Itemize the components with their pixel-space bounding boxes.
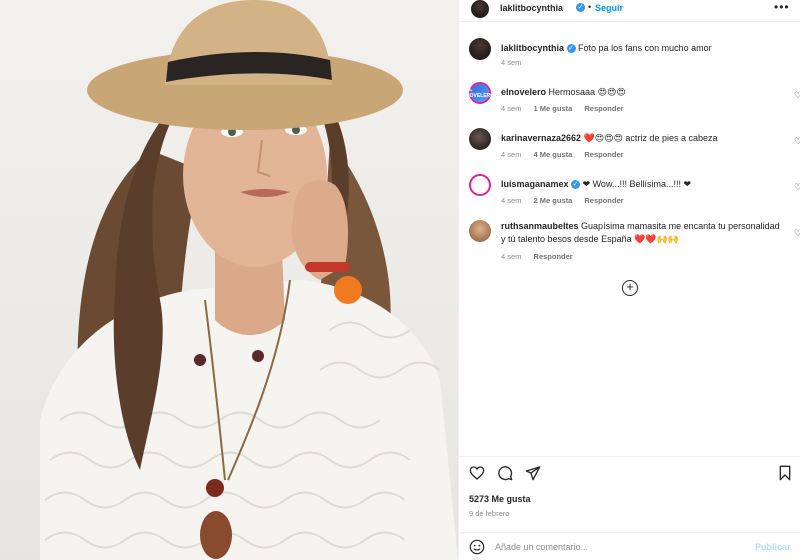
comment-text: ❤ Wow...!!! Bellísima...!!! ❤ <box>582 179 692 189</box>
action-bar <box>459 456 800 481</box>
portrait-illustration <box>40 0 458 560</box>
commenter-username[interactable]: luismaganamex <box>501 179 569 189</box>
post-header: laklitbocynthia ✓ • Seguir ••• <box>459 0 800 22</box>
commenter-avatar[interactable] <box>469 128 491 150</box>
post-sidebar: laklitbocynthia ✓ • Seguir ••• laklitboc… <box>458 0 800 560</box>
caption-time: 4 sem <box>501 58 522 67</box>
like-comment-heart-icon[interactable]: ♡ <box>794 136 800 147</box>
more-options-icon[interactable]: ••• <box>774 0 790 14</box>
likes-count[interactable]: 5273 Me gusta <box>469 494 531 504</box>
comment-text: Hermosaaa 😍😍😍 <box>548 87 626 97</box>
load-more-comments-icon[interactable]: + <box>622 280 638 296</box>
commenter-username[interactable]: ruthsanmaubeltes <box>501 221 579 231</box>
reply-button[interactable]: Responder <box>584 196 623 205</box>
caption-username[interactable]: laklitbocynthia <box>501 43 564 53</box>
reply-button[interactable]: Responder <box>534 252 573 261</box>
publish-button[interactable]: Publicar <box>755 542 791 552</box>
caption-text: Foto pa los fans con mucho amor <box>578 43 712 53</box>
comment-meta: 4 sem 2 Me gusta Responder <box>501 196 634 205</box>
commenter-avatar[interactable] <box>469 220 491 242</box>
comment-time: 4 sem <box>501 150 522 159</box>
comment-time: 4 sem <box>501 196 522 205</box>
share-paper-plane-icon[interactable] <box>525 465 541 481</box>
commenter-username[interactable]: elnovelero <box>501 87 546 97</box>
commenter-username[interactable]: karinavernaza2662 <box>501 133 581 143</box>
author-avatar[interactable] <box>471 0 489 18</box>
separator-dot: • <box>588 2 592 12</box>
caption-avatar[interactable] <box>469 38 491 60</box>
comment-likes[interactable]: 2 Me gusta <box>534 196 573 205</box>
follow-button[interactable]: Seguir <box>595 3 623 13</box>
like-comment-heart-icon[interactable]: ♡ <box>794 182 800 193</box>
comment-time: 4 sem <box>501 104 522 113</box>
like-comment-heart-icon[interactable]: ♡ <box>794 90 800 101</box>
like-comment-heart-icon[interactable]: ♡ <box>794 228 800 239</box>
post-date: 9 de febrero <box>469 509 510 518</box>
verified-badge-icon: ✓ <box>571 180 581 190</box>
caption-meta: 4 sem <box>501 58 531 67</box>
avatar-logo-text: EL NOVELERO <box>466 84 494 102</box>
emoji-smiley-icon[interactable] <box>469 539 485 555</box>
reply-button[interactable]: Responder <box>584 104 623 113</box>
comment-likes[interactable]: 4 Me gusta <box>534 150 573 159</box>
comment-meta: 4 sem Responder <box>501 252 583 261</box>
author-username[interactable]: laklitbocynthia <box>500 3 563 13</box>
verified-badge-icon: ✓ <box>566 44 576 54</box>
comment-meta: 4 sem 1 Me gusta Responder <box>501 104 634 113</box>
comment-likes[interactable]: 1 Me gusta <box>534 104 573 113</box>
comment-input[interactable] <box>495 539 735 555</box>
add-comment-bar: Publicar <box>459 532 800 560</box>
verified-badge-icon: ✓ <box>576 3 585 12</box>
like-heart-icon[interactable] <box>469 465 485 481</box>
comment-bubble-icon[interactable] <box>497 465 513 481</box>
commenter-avatar[interactable] <box>469 174 491 196</box>
commenter-avatar[interactable]: EL NOVELERO <box>466 82 494 104</box>
save-bookmark-icon[interactable] <box>777 465 793 481</box>
post-photo[interactable] <box>0 0 458 560</box>
reply-button[interactable]: Responder <box>584 150 623 159</box>
comment-time: 4 sem <box>501 252 522 261</box>
comment-text: ❤️😍😍😍 actriz de pies a cabeza <box>583 133 718 143</box>
comment-meta: 4 sem 4 Me gusta Responder <box>501 150 634 159</box>
